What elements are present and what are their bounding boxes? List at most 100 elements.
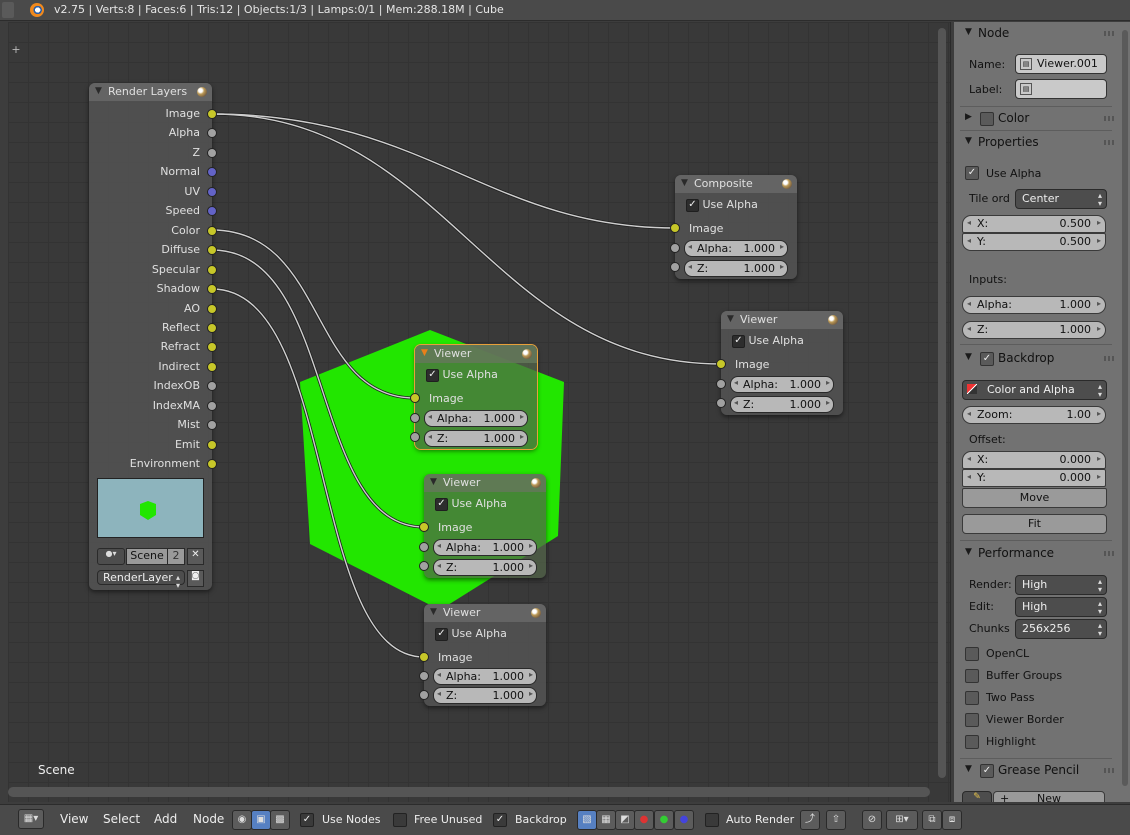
inputs-alpha-field[interactable]: ◂ Alpha: 1.000 ▸ [962, 296, 1106, 314]
node-preview-sphere-icon[interactable] [531, 478, 541, 488]
node-menu[interactable]: Node [193, 812, 224, 826]
edit-quality-dropdown[interactable]: High ▴ ▾ [1015, 597, 1107, 617]
copy-nodes-icon[interactable]: ⧉ [922, 810, 942, 830]
blender-logo-icon[interactable] [30, 3, 44, 17]
editor-type-button[interactable] [2, 2, 14, 18]
collapse-triangle-icon[interactable]: ▼ [95, 86, 102, 96]
diffuse-output-socket[interactable] [207, 245, 217, 256]
render-layer-dropdown[interactable]: RenderLayer ▴ ▾ [97, 570, 185, 590]
node-preview-sphere-icon[interactable] [782, 179, 792, 189]
uv-output-socket[interactable] [207, 186, 217, 197]
add-menu[interactable]: Add [154, 812, 177, 826]
viewer-node-bottom[interactable]: ▼ Viewer ✓ Use Alpha Image ◂ Alpha: 1.000 ▸… [419, 604, 546, 706]
alpha-input-socket[interactable] [410, 413, 420, 423]
node-header[interactable]: ▼ Viewer [424, 604, 546, 622]
highlight-checkbox[interactable] [965, 735, 979, 749]
mist-output-socket[interactable] [207, 420, 217, 431]
viewer-node-middle[interactable]: ▼ Viewer ✓ Use Alpha Image ◂ Alpha: 1.000 ▸… [419, 474, 546, 578]
backdrop-fit-button[interactable]: Fit [962, 514, 1107, 534]
backdrop-panel-header[interactable]: ▼ ✓ Backdrop [954, 348, 1120, 370]
node-preview-sphere-icon[interactable] [828, 315, 838, 325]
shadow-output-socket[interactable] [207, 284, 217, 295]
chunk-size-dropdown[interactable]: 256x256 ▴ ▾ [1015, 619, 1107, 639]
indexma-output-socket[interactable] [207, 400, 217, 411]
offset-x-field[interactable]: ◂ X: 0.000 ▸ [962, 451, 1106, 469]
checkbox-checked-icon[interactable]: ✓ [686, 198, 699, 212]
backdrop-channels-dropdown[interactable]: Color and Alpha ▴ ▾ [962, 380, 1107, 400]
node-editor[interactable]: + ▼ Render Layers Image Alpha Z Normal UV Spe… [8, 22, 951, 802]
green-channel-icon[interactable]: ● [654, 810, 674, 830]
alpha-input-socket[interactable] [670, 243, 680, 253]
alpha-field[interactable]: ◂ Alpha: 1.000 ▸ [433, 539, 537, 556]
new-grease-pencil-button[interactable]: + New [993, 791, 1105, 802]
grease-pencil-enable-checkbox[interactable]: ✓ [980, 764, 994, 778]
horizontal-scrollbar[interactable] [8, 787, 930, 797]
vertical-scrollbar[interactable] [938, 28, 946, 778]
toolshelf-toggle-icon[interactable]: + [10, 44, 22, 56]
buffer-groups-checkbox[interactable] [965, 669, 979, 683]
view-menu[interactable]: View [60, 812, 88, 826]
compositing-nodes-icon[interactable]: ▣ [251, 810, 271, 830]
refract-output-socket[interactable] [207, 342, 217, 353]
opencl-checkbox[interactable] [965, 647, 979, 661]
render-quality-dropdown[interactable]: High ▴ ▾ [1015, 575, 1107, 595]
pin-icon[interactable]: ⤴ [800, 810, 820, 830]
blue-channel-icon[interactable]: ● [674, 810, 694, 830]
color-panel-header[interactable]: ▶ Color [954, 108, 1120, 130]
use-nodes-checkbox[interactable]: ✓ [300, 813, 314, 827]
ao-output-socket[interactable] [207, 303, 217, 314]
offset-y-field[interactable]: ◂ Y: 0.000 ▸ [962, 469, 1106, 487]
render-camera-icon[interactable]: ◙ [187, 570, 204, 587]
node-header[interactable]: ▼ Viewer [721, 311, 843, 329]
z-input-socket[interactable] [410, 432, 420, 442]
draw-color-alpha-icon[interactable]: ▧ [577, 810, 597, 830]
z-input-socket[interactable] [419, 561, 429, 571]
node-preview-sphere-icon[interactable] [522, 349, 532, 359]
tile-x-field[interactable]: ◂ X: 0.500 ▸ [962, 215, 1106, 233]
texture-nodes-icon[interactable]: ▩ [270, 810, 290, 830]
alpha-field[interactable]: ◂ Alpha: 1.000 ▸ [433, 668, 537, 685]
environment-output-socket[interactable] [207, 459, 217, 470]
z-field[interactable]: ◂ Z: 1.000 ▸ [684, 260, 788, 277]
node-name-field[interactable]: ▤ Viewer.001 [1015, 54, 1107, 74]
backdrop-enable-checkbox[interactable]: ✓ [980, 352, 994, 366]
checkbox-checked-icon[interactable]: ✓ [435, 497, 448, 511]
z-output-socket[interactable] [207, 147, 217, 158]
specular-output-socket[interactable] [207, 264, 217, 275]
use-alpha-toggle[interactable]: ✓ Use Alpha [732, 334, 804, 352]
render-layers-node[interactable]: ▼ Render Layers Image Alpha Z Normal UV Speed… [89, 83, 217, 590]
draw-color-icon[interactable]: ◩ [615, 810, 635, 830]
tile-y-field[interactable]: ◂ Y: 0.500 ▸ [962, 233, 1106, 251]
scene-browse-icon[interactable]: ●▾ [97, 548, 125, 565]
checkbox-checked-icon[interactable]: ✓ [426, 368, 439, 382]
normal-output-socket[interactable] [207, 167, 217, 178]
image-input-socket[interactable] [716, 359, 726, 369]
indirect-output-socket[interactable] [207, 361, 217, 372]
backdrop-move-button[interactable]: Move [962, 488, 1107, 508]
node-header[interactable]: ▼ Composite [675, 175, 797, 193]
z-field[interactable]: ◂ Z: 1.000 ▸ [433, 687, 537, 704]
image-input-socket[interactable] [670, 223, 680, 233]
use-alpha-checkbox[interactable]: ✓ [965, 166, 979, 180]
collapse-triangle-icon[interactable]: ▼ [421, 348, 428, 358]
snap-toggle-icon[interactable]: ⊘ [862, 810, 882, 830]
alpha-field[interactable]: ◂ Alpha: 1.000 ▸ [730, 376, 834, 393]
red-channel-icon[interactable]: ● [634, 810, 654, 830]
node-panel-header[interactable]: ▼ Node [954, 23, 1120, 45]
scene-name-field[interactable]: Scene [126, 548, 168, 565]
node-header[interactable]: ▼ Viewer [415, 345, 537, 363]
viewer-node-right[interactable]: ▼ Viewer ✓ Use Alpha Image ◂ Alpha: 1.000 ▸… [716, 311, 843, 415]
alpha-input-socket[interactable] [716, 379, 726, 389]
node-header[interactable]: ▼ Viewer [424, 474, 546, 492]
properties-panel-header[interactable]: ▼ Properties [954, 132, 1120, 154]
grease-pencil-panel-header[interactable]: ▼ ✓ Grease Pencil [954, 760, 1120, 782]
viewer-node-active[interactable]: ▼ Viewer ✓ Use Alpha Image ◂ Alpha: 1.000 ▸… [410, 345, 537, 449]
checkbox-checked-icon[interactable]: ✓ [435, 627, 448, 641]
editor-type-selector-icon[interactable]: ▦▾ [18, 809, 44, 829]
alpha-input-socket[interactable] [419, 542, 429, 552]
alpha-field[interactable]: ◂ Alpha: 1.000 ▸ [424, 410, 528, 427]
sidebar-scrollbar[interactable] [1122, 30, 1128, 786]
snap-element-icon[interactable]: ⊞▾ [886, 810, 918, 830]
collapse-triangle-icon[interactable]: ▼ [430, 607, 437, 617]
viewer-border-checkbox[interactable] [965, 713, 979, 727]
